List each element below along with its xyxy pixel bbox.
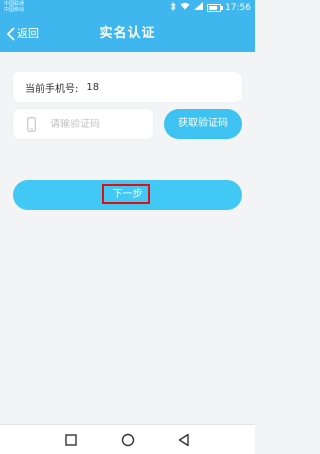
home-icon[interactable]	[120, 432, 136, 448]
bluetooth-icon	[170, 1, 176, 14]
mobile-phone-icon	[27, 116, 36, 132]
app-header: 返回 实名认证	[0, 15, 255, 52]
status-time: 17:56	[225, 2, 251, 13]
battery-icon	[207, 3, 224, 12]
main-content: 当前手机号: 18 获取验证码 下一步	[0, 52, 255, 424]
next-highlight-box	[102, 184, 150, 204]
wifi-icon	[180, 2, 190, 13]
verification-code-input[interactable]	[50, 118, 142, 130]
status-bar: 中国联通 中国移动 17:56	[0, 0, 255, 15]
page-title: 实名认证	[99, 26, 156, 41]
battery-level	[209, 5, 218, 10]
phone-label: 当前手机号:	[25, 83, 79, 95]
get-code-button[interactable]: 获取验证码	[164, 109, 242, 139]
back-triangle-icon[interactable]	[176, 432, 192, 448]
phone-value: 18	[86, 81, 100, 93]
phone-number-row: 当前手机号: 18	[13, 72, 242, 102]
status-icons: 17:56	[170, 1, 251, 14]
system-nav-bar	[0, 424, 255, 454]
recents-icon[interactable]	[63, 432, 79, 448]
verification-code-row	[13, 109, 153, 139]
signal-icon	[194, 2, 204, 13]
carrier-2: 中国移动	[4, 7, 25, 13]
next-button[interactable]: 下一步	[13, 180, 242, 210]
carrier-info: 中国联通 中国移动	[4, 1, 24, 13]
